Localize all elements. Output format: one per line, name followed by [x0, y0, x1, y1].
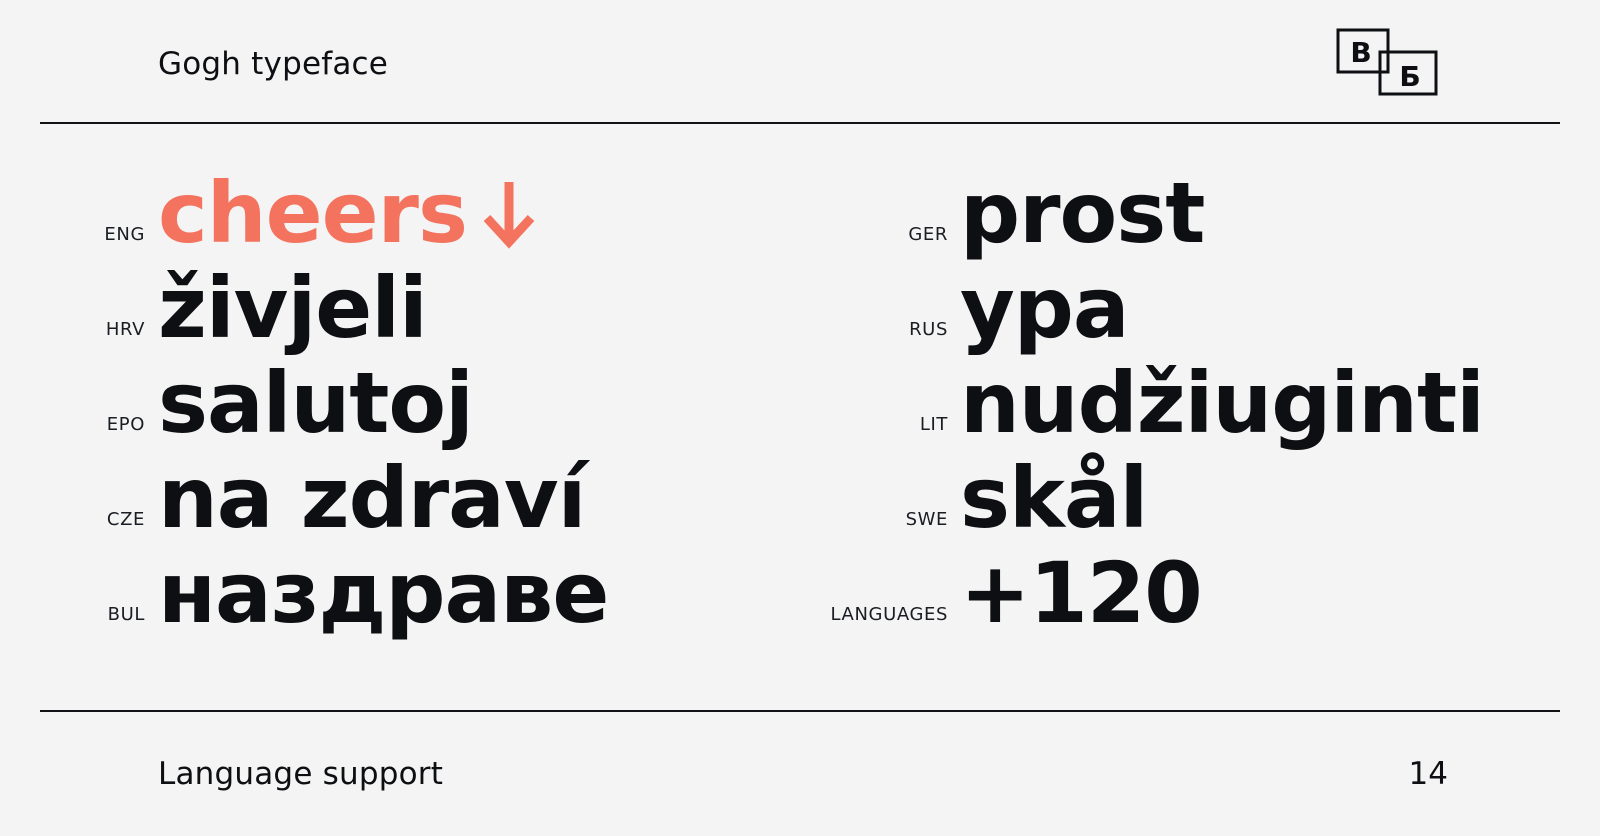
language-word: na zdraví — [158, 449, 586, 547]
language-word: skål — [960, 449, 1148, 547]
language-code: GER — [908, 224, 948, 245]
language-row: EPO salutoj — [40, 355, 820, 457]
language-row: HRV živjeli — [40, 260, 820, 362]
arrow-down-icon — [483, 182, 535, 249]
logo-letter-left: В — [1350, 36, 1371, 69]
top-divider — [40, 122, 1560, 124]
language-word: наздраве — [158, 544, 609, 642]
language-row: SWE skål — [780, 450, 1560, 552]
document-title: Gogh typeface — [158, 46, 389, 82]
language-row: LANGUAGES +120 — [780, 545, 1560, 647]
brand-logo: В Б — [1336, 28, 1438, 96]
language-code: CZE — [106, 509, 145, 530]
language-code-total: LANGUAGES — [830, 604, 948, 625]
language-code: LIT — [919, 414, 948, 435]
language-word: salutoj — [158, 354, 474, 452]
language-code: SWE — [905, 509, 948, 530]
language-word-highlighted: cheers — [158, 165, 537, 261]
language-code: HRV — [105, 319, 145, 340]
language-row: CZE na zdraví — [40, 450, 820, 552]
section-title: Language support — [158, 756, 444, 792]
language-code: EPO — [106, 414, 145, 435]
language-word: živjeli — [158, 259, 428, 357]
language-row: ENG cheers — [40, 165, 820, 267]
language-row: LIT nudžiuginti — [780, 355, 1560, 457]
language-code: BUL — [107, 604, 145, 625]
language-row: GER prost — [780, 165, 1560, 267]
language-row: BUL наздраве — [40, 545, 820, 647]
language-column-right: GER prost RUS ура LIT nudžiuginti SWE sk… — [780, 165, 1560, 647]
language-column-left: ENG cheers HRV živjeli EPO salutoj CZE n… — [40, 165, 820, 647]
language-code: ENG — [104, 224, 145, 245]
logo-letter-right: Б — [1399, 60, 1420, 93]
language-count: +120 — [960, 544, 1203, 642]
bottom-divider — [40, 710, 1560, 712]
language-row: RUS ура — [780, 260, 1560, 362]
language-word: cheers — [158, 164, 468, 262]
language-word: prost — [960, 164, 1205, 262]
page-number: 14 — [1408, 756, 1448, 792]
language-word: nudžiuginti — [960, 354, 1485, 452]
language-word: ура — [960, 259, 1130, 357]
language-code: RUS — [909, 319, 948, 340]
